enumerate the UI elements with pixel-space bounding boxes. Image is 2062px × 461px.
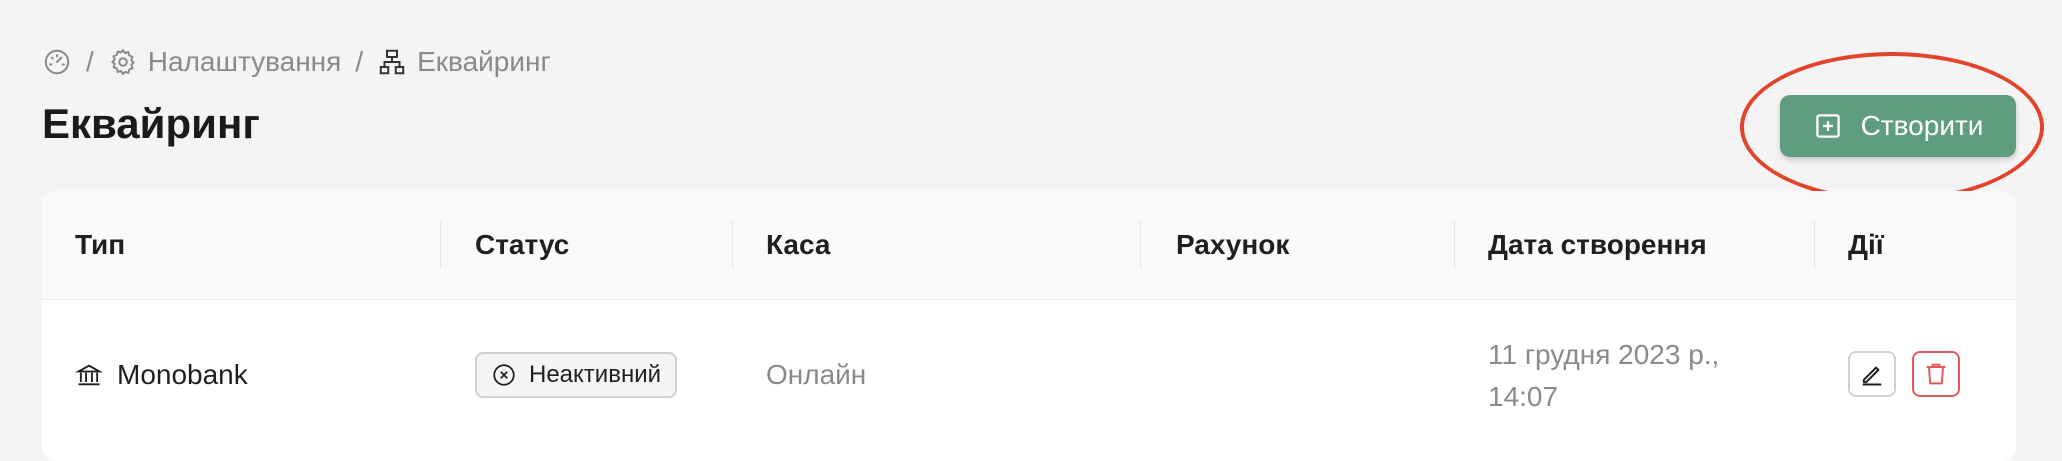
column-divider <box>1814 221 1815 269</box>
type-value: Monobank <box>117 359 248 390</box>
table-header: Тип Статус Каса Рахунок Дата створення Д… <box>42 191 2016 300</box>
breadcrumb: / Налаштування / Еквайринг <box>42 46 551 78</box>
dashboard-gauge-icon <box>44 49 70 75</box>
status-value: Неактивний <box>529 361 662 388</box>
column-header-account[interactable]: Рахунок <box>1176 191 1289 299</box>
trash-icon <box>1926 363 1946 385</box>
breadcrumb-current: Еквайринг <box>377 46 551 78</box>
created-date-line: 11 грудня 2023 р., <box>1488 339 1720 370</box>
column-header-created-date[interactable]: Дата створення <box>1488 191 1707 299</box>
column-divider <box>1140 221 1141 269</box>
breadcrumb-home[interactable] <box>42 47 72 77</box>
acquiring-table: Тип Статус Каса Рахунок Дата створення Д… <box>42 191 2016 461</box>
breadcrumb-settings-label: Налаштування <box>147 46 342 77</box>
delete-button[interactable] <box>1912 351 1960 397</box>
type-cell: Monobank <box>75 355 248 395</box>
gear-icon <box>111 49 135 75</box>
table-row[interactable]: Monobank Неактивний Онлайн 11 грудня 202… <box>42 300 2016 461</box>
status-badge: Неактивний <box>475 352 678 398</box>
column-header-actions: Дії <box>1848 229 1884 260</box>
hierarchy-icon <box>379 49 405 75</box>
bank-icon <box>75 364 103 386</box>
column-divider <box>1454 221 1455 269</box>
created-date-cell: 11 грудня 2023 р., 14:07 <box>1488 334 1719 418</box>
circle-x-icon <box>493 364 515 386</box>
breadcrumb-settings[interactable]: Налаштування <box>108 46 342 78</box>
cashbox-cell: Онлайн <box>766 359 867 390</box>
actions-cell <box>1848 351 1960 397</box>
column-header-type[interactable]: Тип <box>75 191 125 299</box>
breadcrumb-current-label: Еквайринг <box>417 46 551 77</box>
page-title: Еквайринг <box>42 100 260 147</box>
create-button[interactable]: Створити <box>1780 95 2016 157</box>
status-cell: Неактивний <box>475 352 678 398</box>
plus-square-icon <box>1815 114 1840 138</box>
breadcrumb-separator: / <box>86 46 94 77</box>
column-header-cashbox[interactable]: Каса <box>766 191 831 299</box>
column-divider <box>440 221 441 269</box>
column-header-status[interactable]: Статус <box>475 191 569 299</box>
breadcrumb-separator: / <box>355 46 364 77</box>
pencil-icon <box>1862 366 1882 386</box>
column-divider <box>732 221 733 269</box>
edit-button[interactable] <box>1848 351 1896 397</box>
created-time-line: 14:07 <box>1488 381 1559 412</box>
create-button-label: Створити <box>1860 110 1984 141</box>
